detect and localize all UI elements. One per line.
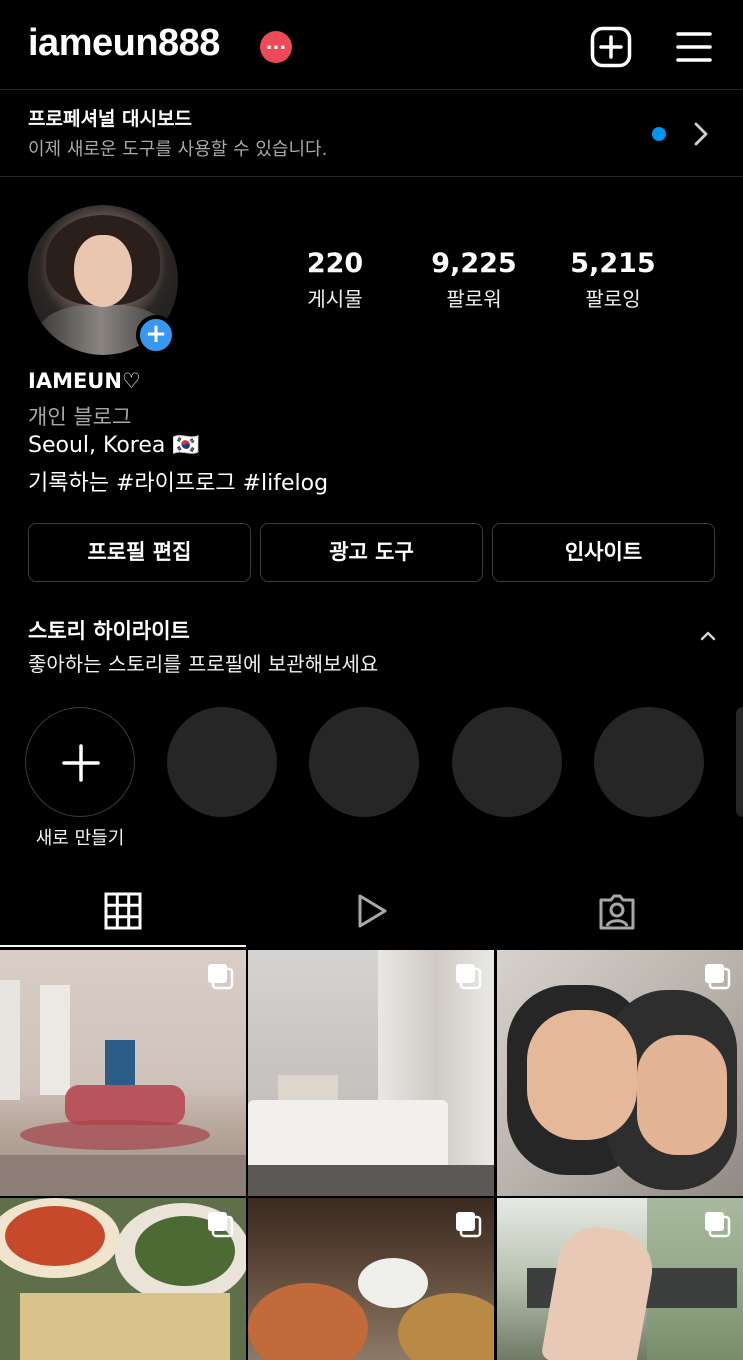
tab-reels[interactable] (248, 880, 495, 948)
highlights-title: 스토리 하이라이트 (28, 619, 190, 643)
grid-icon (104, 892, 142, 930)
highlight-placeholder (594, 707, 704, 817)
stat-followers[interactable]: 9,225 팔로워 (404, 248, 544, 312)
plus-icon (62, 744, 100, 782)
top-bar: iameun888 ... (0, 0, 743, 90)
following-label: 팔로잉 (585, 287, 641, 311)
following-count: 5,215 (570, 248, 656, 279)
tab-grid[interactable] (0, 880, 247, 948)
multiple-images-icon (456, 964, 482, 990)
edit-profile-button[interactable]: 프로필 편집 (28, 523, 251, 582)
tagged-person-icon (599, 894, 635, 930)
followers-count: 9,225 (431, 248, 517, 279)
grid-post-korean-food[interactable] (0, 1198, 246, 1360)
new-highlight-label: 새로 만들기 (35, 828, 125, 849)
highlight-placeholder (452, 707, 562, 817)
multiple-images-icon (705, 964, 731, 990)
stat-following[interactable]: 5,215 팔로잉 (543, 248, 683, 312)
multiple-images-icon (456, 1212, 482, 1238)
more-badge-icon[interactable]: ... (260, 31, 292, 63)
highlight-placeholder (736, 707, 743, 817)
ad-tools-button[interactable]: 광고 도구 (260, 523, 483, 582)
chevron-up-icon[interactable] (698, 628, 718, 642)
highlight-placeholder (309, 707, 419, 817)
profile-location: Seoul, Korea 🇰🇷 (28, 433, 200, 458)
selected-tab-indicator (0, 945, 246, 947)
profile-display-name: IAMEUN♡ (28, 369, 141, 393)
profile-category: 개인 블로그 (28, 405, 132, 429)
pro-dashboard-subtitle: 이제 새로운 도구를 사용할 수 있습니다. (28, 139, 328, 160)
new-highlight-button[interactable] (25, 707, 135, 817)
highlights-subtitle: 좋아하는 스토리를 프로필에 보관해보세요 (28, 652, 379, 676)
stat-posts[interactable]: 220 게시물 (265, 248, 405, 312)
highlight-placeholder (167, 707, 277, 817)
plus-square-icon[interactable] (590, 26, 632, 68)
multiple-images-icon (208, 1212, 234, 1238)
professional-dashboard-row[interactable]: 프로페셔널 대시보드 이제 새로운 도구를 사용할 수 있습니다. (0, 89, 743, 177)
hamburger-menu-icon[interactable] (676, 30, 712, 64)
grid-post-hand-nails[interactable] (497, 1198, 743, 1360)
username-title[interactable]: iameun888 (28, 22, 220, 65)
insights-button[interactable]: 인사이트 (492, 523, 715, 582)
add-story-icon[interactable]: + (136, 315, 176, 355)
chevron-right-icon[interactable] (690, 120, 712, 148)
notification-dot-icon (652, 127, 666, 141)
grid-post-sandals[interactable] (497, 950, 743, 1196)
grid-post-restaurant-meal[interactable] (248, 1198, 494, 1360)
multiple-images-icon (705, 1212, 731, 1238)
pro-dashboard-title: 프로페셔널 대시보드 (28, 108, 192, 130)
posts-count: 220 (306, 248, 364, 279)
profile-avatar[interactable]: + (28, 205, 178, 355)
grid-post-living-room[interactable] (0, 950, 246, 1196)
reels-play-icon (358, 894, 387, 928)
followers-label: 팔로워 (446, 287, 502, 311)
multiple-images-icon (208, 964, 234, 990)
tab-tagged[interactable] (496, 880, 743, 948)
posts-label: 게시물 (307, 287, 363, 311)
grid-post-bedroom[interactable] (248, 950, 494, 1196)
profile-bio: 기록하는 #라이프로그 #lifelog (28, 471, 329, 496)
